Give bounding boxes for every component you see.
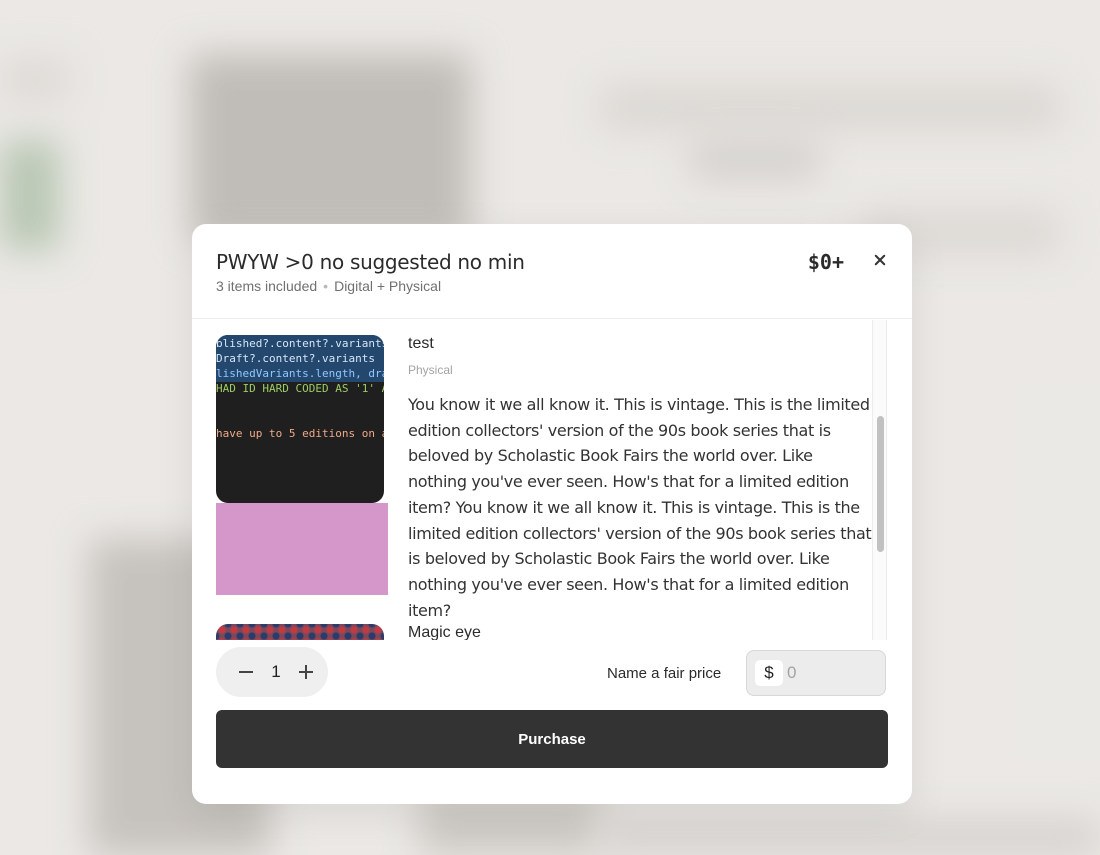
purchase-button[interactable]: Purchase — [216, 710, 888, 768]
item-name: Magic eye — [408, 624, 481, 640]
code-line: Draft?.content?.variants || — [216, 352, 384, 365]
items-list[interactable]: blished?.content?.variants | Draft?.cont… — [192, 320, 912, 640]
item-image-pattern — [216, 624, 384, 640]
price-input[interactable] — [787, 659, 877, 687]
currency-symbol: $ — [755, 660, 783, 686]
code-line: blished?.content?.variants | — [216, 337, 384, 350]
price-label: Name a fair price — [607, 665, 722, 682]
close-icon[interactable] — [870, 250, 890, 270]
scrollbar-thumb[interactable] — [877, 416, 884, 552]
price-field[interactable]: $ — [746, 650, 886, 696]
price-tag: $0+ — [807, 250, 844, 274]
delivery-type: Digital + Physical — [334, 278, 442, 294]
quantity-stepper: 1 — [216, 647, 328, 697]
modal-title: PWYW >0 no suggested no min — [216, 250, 525, 274]
scrollbar[interactable] — [872, 320, 887, 640]
modal-subtitle: 3 items included • Digital + Physical — [216, 278, 441, 294]
plus-icon[interactable] — [296, 662, 316, 682]
item-name: test — [408, 335, 434, 352]
item-description: You know it we all know it. This is vint… — [408, 395, 872, 620]
code-line: have up to 5 editions on a — [216, 427, 384, 440]
separator-dot: • — [323, 278, 329, 294]
modal-header: PWYW >0 no suggested no min 3 items incl… — [192, 224, 912, 319]
items-count: 3 items included — [216, 278, 318, 294]
minus-icon[interactable] — [236, 662, 256, 682]
item-image-swatch — [216, 503, 388, 595]
item-type: Physical — [408, 363, 453, 377]
code-line: HAD ID HARD CODED AS '1' AN — [216, 382, 384, 395]
item-image-code: blished?.content?.variants | Draft?.cont… — [216, 335, 384, 503]
quantity-value: 1 — [271, 662, 281, 681]
purchase-modal: PWYW >0 no suggested no min 3 items incl… — [192, 224, 912, 804]
code-line: lishedVariants.length, draft — [216, 367, 384, 380]
